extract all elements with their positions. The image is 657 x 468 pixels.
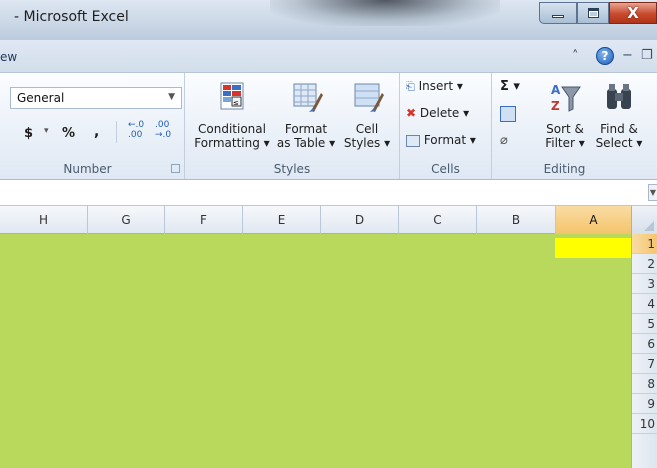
column-header-f[interactable]: F: [164, 206, 242, 234]
format-as-table-button[interactable]: Format as Table ▾: [275, 81, 337, 150]
cell-styles-icon: [354, 83, 384, 112]
number-format-value: General: [17, 91, 65, 105]
column-header-c[interactable]: C: [398, 206, 476, 234]
delete-button[interactable]: ✖ Delete ▾: [406, 106, 469, 120]
column-header-b[interactable]: B: [476, 206, 555, 234]
svg-text:Z: Z: [551, 99, 560, 113]
formula-bar[interactable]: ▼: [0, 180, 657, 206]
cell-styles-button[interactable]: Cell Styles ▾: [339, 81, 395, 150]
ribbon-tab-row: ew ˄ ? − ❐: [0, 40, 657, 73]
sort-filter-button[interactable]: A Z Sort & Filter ▾: [540, 81, 590, 150]
minimize-button[interactable]: [539, 2, 577, 24]
restore-window-icon[interactable]: ❐: [641, 48, 653, 63]
binoculars-icon: [607, 84, 631, 109]
find-select-label-1: Find &: [600, 122, 638, 136]
percent-button[interactable]: %: [62, 126, 75, 141]
chevron-down-icon: ▼: [168, 92, 175, 102]
conditional-formatting-button[interactable]: ≤ Conditional Formatting ▾: [193, 81, 271, 150]
separator: [116, 121, 117, 143]
row-header-4[interactable]: 4: [632, 294, 657, 314]
excel-window: - Microsoft Excel X ew ˄ ? − ❐ General ▼…: [0, 0, 657, 468]
delete-cells-icon: ✖: [406, 106, 417, 120]
find-select-label-2: Select ▾: [595, 136, 643, 150]
conditional-formatting-label-2: Formatting ▾: [194, 136, 270, 150]
format-as-table-label-1: Format: [284, 122, 328, 136]
find-select-button[interactable]: Find & Select ▾: [592, 81, 646, 150]
conditional-formatting-label-1: Conditional: [198, 122, 266, 136]
worksheet-grid: H G F E D C B A 1 2 3 4 5 6 7 8 9 10: [0, 206, 657, 468]
column-headers: H G F E D C B A: [0, 206, 657, 234]
window-title: - Microsoft Excel: [14, 9, 129, 25]
format-label: Format ▾: [423, 133, 476, 147]
format-as-table-label-2: as Table ▾: [276, 136, 336, 150]
comma-button[interactable]: ,: [94, 124, 99, 140]
styles-group-label: Styles: [273, 162, 311, 176]
cells-group: ⎗ Insert ▾ ✖ Delete ▾ Format ▾ Cells: [400, 73, 492, 179]
number-group-label: Number: [63, 162, 112, 176]
sort-filter-label-1: Sort &: [546, 122, 584, 136]
editing-group-label: Editing: [543, 162, 586, 176]
ribbon: General ▼ $ ▾ % , ←.0 .00 .00 →.0 Number…: [0, 73, 657, 180]
select-all-corner[interactable]: [631, 206, 657, 234]
number-group: General ▼ $ ▾ % , ←.0 .00 .00 →.0 Number: [0, 73, 185, 179]
row-header-10[interactable]: 10: [632, 414, 657, 434]
row-headers: 1 2 3 4 5 6 7 8 9 10: [631, 234, 657, 468]
autosum-button[interactable]: Σ ▾: [500, 79, 520, 94]
styles-group: ≤ Conditional Formatting ▾ Format as Tab…: [185, 73, 400, 179]
cell-styles-label-1: Cell: [355, 122, 379, 136]
row-header-3[interactable]: 3: [632, 274, 657, 294]
row-header-5[interactable]: 5: [632, 314, 657, 334]
close-icon: X: [627, 4, 639, 22]
column-header-g[interactable]: G: [87, 206, 164, 234]
expand-formula-bar-icon[interactable]: ▼: [648, 184, 657, 201]
insert-cells-icon: ⎗: [406, 80, 415, 93]
insert-button[interactable]: ⎗ Insert ▾: [406, 79, 463, 94]
row-header-8[interactable]: 8: [632, 374, 657, 394]
currency-button[interactable]: $: [24, 126, 33, 141]
maximize-button[interactable]: [577, 2, 609, 24]
insert-label: Insert ▾: [418, 79, 463, 93]
svg-text:A: A: [551, 83, 561, 97]
format-as-table-icon: [293, 83, 323, 112]
delete-label: Delete ▾: [419, 106, 470, 120]
column-header-a[interactable]: A: [555, 206, 631, 234]
conditional-formatting-icon: ≤: [220, 82, 244, 110]
svg-text:≤: ≤: [233, 99, 239, 107]
minimize-ribbon-icon[interactable]: −: [622, 48, 633, 63]
close-button[interactable]: X: [609, 2, 657, 24]
currency-dropdown-icon[interactable]: ▾: [44, 126, 49, 136]
row-header-1[interactable]: 1: [632, 234, 657, 254]
tab-view[interactable]: ew: [0, 50, 17, 64]
decrease-decimal-button[interactable]: .00 →.0: [155, 120, 171, 140]
column-header-e[interactable]: E: [242, 206, 320, 234]
sort-filter-label-2: Filter ▾: [545, 136, 585, 150]
number-format-dropdown[interactable]: General ▼: [10, 87, 182, 109]
format-button[interactable]: Format ▾: [406, 133, 476, 147]
cell-styles-label-2: Styles ▾: [343, 136, 391, 150]
maximize-icon: [587, 8, 599, 18]
clear-icon[interactable]: ⌀: [500, 133, 508, 148]
row-header-9[interactable]: 9: [632, 394, 657, 414]
format-cells-icon: [406, 134, 420, 147]
title-bar: - Microsoft Excel X: [0, 0, 657, 40]
caret-up-icon[interactable]: ˄: [572, 49, 579, 64]
editing-group: Σ ▾ ⌀ A Z Sort & Filter ▾ Find & Select …: [492, 73, 657, 179]
fill-icon[interactable]: [500, 106, 516, 122]
increase-decimal-button[interactable]: ←.0 .00: [128, 120, 144, 140]
cell-area[interactable]: [0, 234, 631, 468]
active-cell-a1[interactable]: [555, 238, 631, 258]
row-header-2[interactable]: 2: [632, 254, 657, 274]
column-header-d[interactable]: D: [320, 206, 398, 234]
sort-filter-icon: A Z: [551, 83, 581, 113]
column-header-h[interactable]: H: [0, 206, 87, 234]
minimize-icon: [552, 14, 564, 18]
help-icon[interactable]: ?: [596, 47, 614, 65]
number-dialog-launcher-icon[interactable]: [171, 164, 180, 173]
cells-group-label: Cells: [431, 162, 460, 176]
row-header-7[interactable]: 7: [632, 354, 657, 374]
row-header-6[interactable]: 6: [632, 334, 657, 354]
